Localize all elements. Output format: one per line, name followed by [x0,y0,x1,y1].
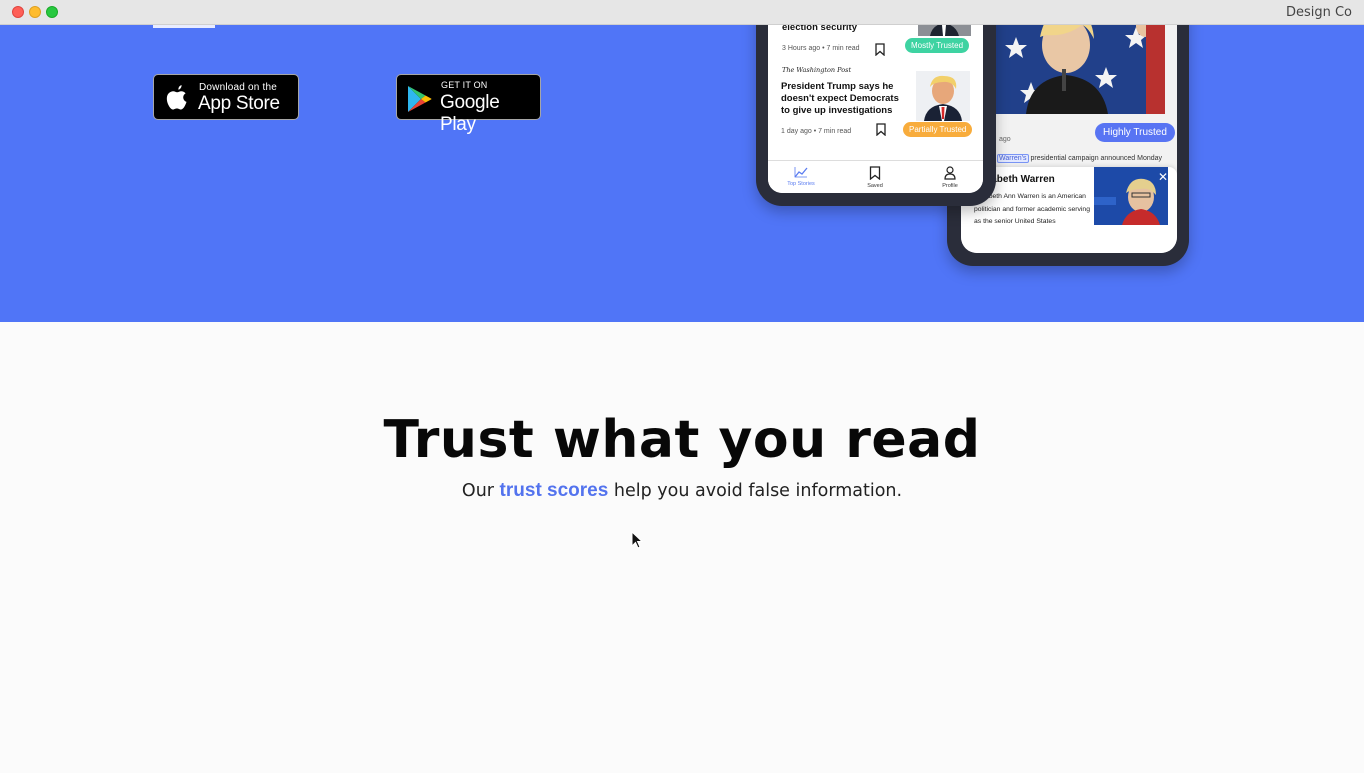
close-window-button[interactable] [12,6,24,18]
mouse-cursor-icon [631,531,643,549]
bookmark-icon [869,166,881,181]
article-meta-1: 3 Hours ago • 7 min read [782,45,860,52]
entity-card-description: Elizabeth Ann Warren is an American poli… [974,193,1090,225]
google-play-small-text: GET IT ON [441,80,488,90]
tab-top-stories[interactable]: Top Stories [776,166,826,187]
close-icon[interactable]: ✕ [1158,170,1168,184]
subheadline-prefix: Our [461,481,500,501]
tab-profile[interactable]: Profile [925,166,975,189]
google-play-button[interactable]: GET IT ON Google Play [396,74,541,135]
apple-icon [166,85,187,110]
minimize-window-button[interactable] [29,6,41,18]
highlighted-entity[interactable]: Warren's [997,154,1029,163]
tab-label: Profile [942,183,958,189]
warren-rally-photo [996,25,1165,114]
bottom-tab-bar: Top Stories Saved Profile [768,160,983,193]
article-source-logo: The Washington Post [782,66,852,74]
time-ago-fragment: ago [999,136,1011,143]
google-play-icon [408,86,432,112]
phone-screen-feed: hours stopped bills aimed at election se… [768,25,983,193]
section-headline: Trust what you read [383,410,981,470]
partially-trusted-badge: Partially Trusted [903,122,973,137]
tab-label: Top Stories [787,181,815,187]
app-store-small-text: Download on the [199,82,278,93]
google-play-big-text: Google Play [440,92,500,135]
bookmark-icon[interactable] [876,123,886,136]
person-icon [944,166,956,180]
mostly-trusted-badge: Mostly Trusted [905,38,970,53]
article-title-1[interactable]: hours stopped bills aimed at election se… [782,25,916,34]
trust-scores-link[interactable]: trust scores [500,480,609,501]
article-caption: Warren's presidential campaign announced… [997,154,1163,163]
subheadline-suffix: help you avoid false information. [608,481,903,501]
nav-underline [153,25,215,28]
tab-label: Saved [867,183,883,189]
trending-chart-icon [794,167,808,178]
window-titlebar: Design Co [0,0,1364,25]
caption-text: presidential campaign announced Monday [1030,155,1163,162]
phone-mockup-feed: hours stopped bills aimed at election se… [756,25,996,206]
trust-section: Trust what you read Our trust scores hel… [0,322,1364,773]
article-title-2[interactable]: President Trump says he doesn't expect D… [781,81,909,117]
app-store-big-text: App Store [198,93,280,114]
window-title: Design Co [1285,5,1352,20]
section-subheadline: Our trust scores help you avoid false in… [0,480,1364,502]
maximize-window-button[interactable] [46,6,58,18]
hero-section: Download on the App Store GET IT ON Goog… [0,25,1364,322]
article-meta-2: 1 day ago • 7 min read [781,128,852,135]
highly-trusted-badge: Highly Trusted [1095,123,1175,142]
bookmark-icon[interactable] [875,43,885,56]
app-store-button[interactable]: Download on the App Store [153,74,299,120]
article-thumbnail-1 [918,25,971,36]
warren-portrait-photo [1094,167,1168,225]
article-thumbnail-2 [916,71,970,121]
tab-saved[interactable]: Saved [850,166,900,189]
